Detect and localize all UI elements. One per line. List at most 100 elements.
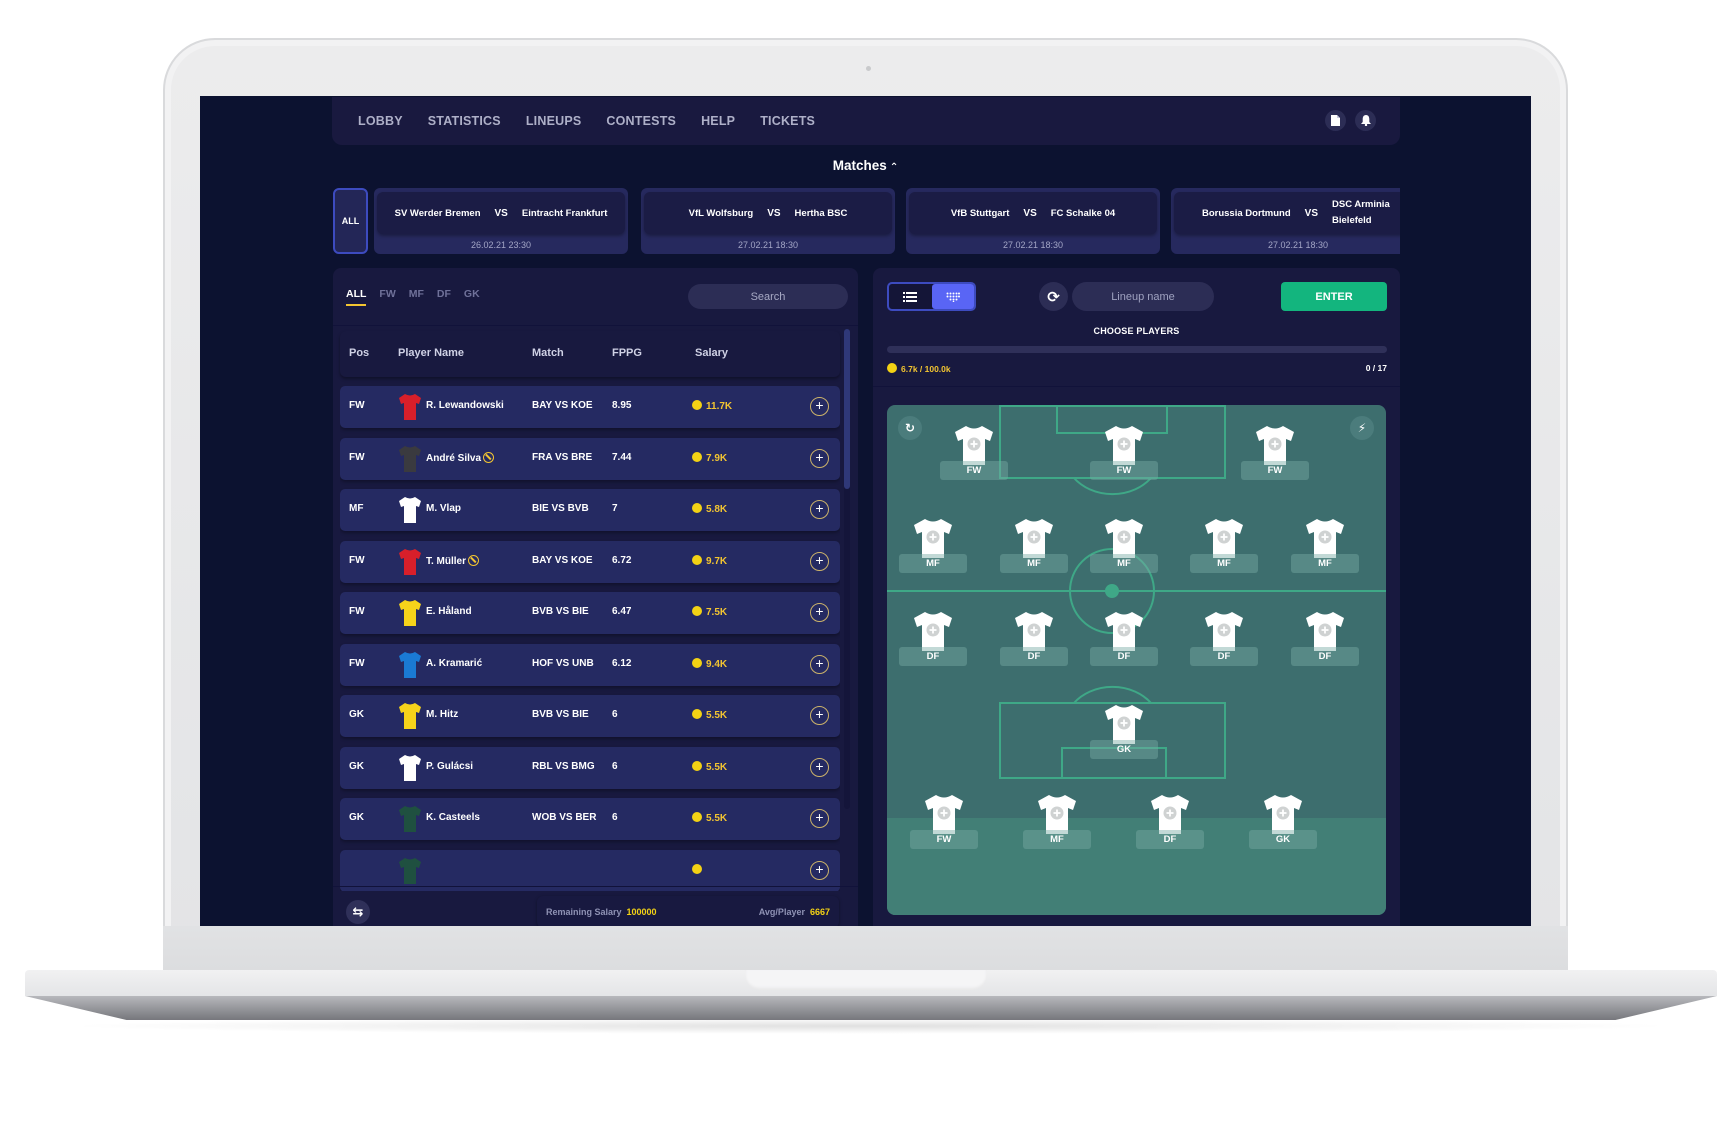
lineup-slot-mf[interactable]: MF [899,517,967,577]
lineup-slot-df[interactable]: DF [899,610,967,670]
match-card[interactable]: SV Werder Bremen VS Eintracht Frankfurt … [374,188,628,254]
scrollbar[interactable] [844,329,850,809]
bench-slot-gk[interactable]: GK [1249,793,1317,853]
add-player-button[interactable]: + [810,757,829,777]
tab-all[interactable]: ALL [346,288,367,306]
empty-jersey-icon [1038,795,1076,834]
nav-tickets[interactable]: TICKETS [760,114,815,128]
player-salary-cell: 7.5K [692,606,727,618]
bench-slot-mf[interactable]: MF [1023,793,1091,853]
empty-jersey-icon [914,612,952,651]
add-player-button[interactable]: + [810,860,829,880]
nav-statistics[interactable]: STATISTICS [428,114,501,128]
player-row[interactable]: FW André Silva FRA VS BRE 7.44 7.9K + [340,437,840,480]
avg-player-label: Avg/Player [758,907,805,917]
bench-slot-fw[interactable]: FW [910,793,978,853]
lineup-slot-mf[interactable]: MF [1190,517,1258,577]
player-match: WOB VS BER [532,812,597,823]
matches-title: Matches [832,158,887,173]
lineup-slot-fw[interactable]: FW [1090,424,1158,484]
lineup-slot-df[interactable]: DF [1291,610,1359,670]
lineup-slot-df[interactable]: DF [1190,610,1258,670]
add-player-button[interactable]: + [810,603,829,622]
player-name: André Silva [426,452,482,464]
player-name-cell: P. Gulácsi [426,761,473,772]
player-name: E. Håland [426,606,472,617]
center-spot [1105,584,1119,598]
lineup-slot-mf[interactable]: MF [1000,517,1068,577]
player-row[interactable]: GK P. Gulácsi RBL VS BMG 6 5.5K + [340,746,840,789]
column-fppg[interactable]: FPPG [612,347,642,359]
nav-lineups[interactable]: LINEUPS [526,114,582,128]
slot-position-label: MF [1000,554,1068,573]
column-player-name[interactable]: Player Name [398,347,464,359]
table-header: Pos Player Name Match FPPG Salary [340,331,840,377]
bell-icon[interactable] [1355,110,1376,131]
match-card[interactable]: VfB Stuttgart VS FC Schalke 04 27.02.21 … [906,188,1160,254]
add-player-button[interactable]: + [810,397,829,416]
match-date: 27.02.21 18:30 [1002,240,1064,250]
matches-toggle[interactable]: Matches ⌃ [200,158,1531,173]
laptop-base-underside [25,996,1717,1020]
empty-jersey-icon [1015,519,1053,558]
slot-position-label: DF [1090,647,1158,666]
column-pos[interactable]: Pos [349,347,369,359]
lineup-slot-mf[interactable]: MF [1090,517,1158,577]
list-view-button[interactable] [889,284,932,309]
vs-label: VS [1304,207,1319,219]
match-card[interactable]: VfL Wolfsburg VS Hertha BSC 27.02.21 18:… [641,188,895,254]
player-row[interactable]: GK M. Hitz BVB VS BIE 6 5.5K + [340,695,840,737]
player-row[interactable]: FW E. Håland BVB VS BIE 6.47 7.5K + [340,592,840,634]
enter-button[interactable]: ENTER [1281,282,1387,311]
player-row[interactable]: FW T. Müller BAY VS KOE 6.72 9.7K + [340,540,840,583]
slot-position-label: MF [1291,554,1359,573]
lineup-slot-mf[interactable]: MF [1291,517,1359,577]
scrollbar-thumb[interactable] [844,329,850,489]
budget-readout: 6.7k / 100.0k [887,363,951,374]
nav-lobby[interactable]: LOBBY [358,114,403,128]
lineup-slot-gk[interactable]: GK [1090,703,1158,763]
lineup-slot-fw[interactable]: FW [1241,424,1309,484]
player-row[interactable]: FW A. Kramarić HOF VS UNB 6.12 9.4K + [340,643,840,686]
player-salary: 9.7K [706,555,728,567]
nav-contests[interactable]: CONTESTS [606,114,676,128]
lineup-slot-df[interactable]: DF [1000,610,1068,670]
all-matches-button[interactable]: ALL [333,188,368,254]
swap-icon[interactable]: ⇆ [346,900,370,924]
pitch-view-button[interactable] [931,284,974,309]
refresh-icon[interactable]: ⟳ [1039,282,1068,311]
match-card[interactable]: Borussia Dortmund VS DSC Arminia Bielefe… [1171,188,1400,254]
search-input[interactable] [688,284,848,309]
player-name: K. Casteels [426,812,480,823]
player-row[interactable]: GK K. Casteels WOB VS BER 6 5.5K + [340,798,840,840]
player-row[interactable]: MF M. Vlap BIE VS BVB 7 5.8K + [340,489,840,531]
bench-slot-df[interactable]: DF [1136,793,1204,853]
tab-gk[interactable]: GK [464,288,480,306]
add-player-button[interactable]: + [810,500,829,519]
player-row[interactable]: + [340,849,840,891]
add-player-button[interactable]: + [810,654,829,674]
lineup-slot-fw[interactable]: FW [940,424,1008,484]
add-player-button[interactable]: + [810,448,829,468]
reset-lineup-icon[interactable]: ↻ [898,416,922,440]
empty-jersey-icon [1105,705,1143,744]
lightning-icon[interactable]: ⚡ [1350,416,1374,440]
nav-help[interactable]: HELP [701,114,735,128]
add-player-button[interactable]: + [810,809,829,828]
laptop-shadow [60,1018,1680,1034]
lineup-name-input[interactable] [1072,282,1214,311]
tab-fw[interactable]: FW [379,288,395,306]
tab-mf[interactable]: MF [409,288,424,306]
lineup-slot-df[interactable]: DF [1090,610,1158,670]
column-salary[interactable]: Salary [695,347,728,359]
player-row[interactable]: FW R. Lewandowski BAY VS KOE 8.95 11.7K + [340,386,840,428]
add-player-button[interactable]: + [810,551,829,571]
empty-jersey-icon [1205,519,1243,558]
document-icon[interactable] [1325,110,1346,131]
tab-df[interactable]: DF [437,288,451,306]
add-player-button[interactable]: + [810,706,829,725]
player-position: MF [349,503,364,514]
player-position: FW [349,451,365,463]
column-match[interactable]: Match [532,347,564,359]
player-salary-cell: 7.9K [692,451,727,464]
